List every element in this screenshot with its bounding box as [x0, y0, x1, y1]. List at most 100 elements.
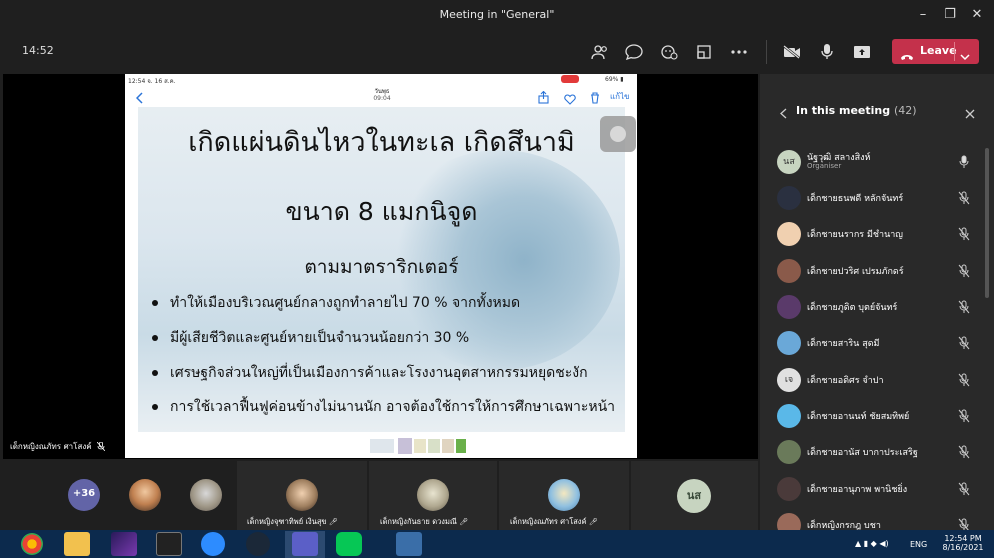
slide-title: เกิดแผ่นดินไหวในทะเล เกิดสึนามิ — [188, 127, 575, 158]
thumbnail[interactable] — [398, 438, 412, 454]
avatar — [548, 479, 580, 511]
line-icon[interactable] — [336, 532, 362, 556]
avatar — [777, 440, 801, 464]
avatar — [777, 477, 801, 501]
share-screen-icon[interactable] — [849, 40, 875, 64]
phone-battery: 69% ▮ — [605, 76, 624, 83]
participant-name: เด็กชายนรากร มีชำนาญ — [807, 230, 903, 240]
tile-name: เด็กหญิงจุฑาทิพย์ เงินสุข 🎤︎ — [247, 516, 338, 528]
steam-icon[interactable] — [246, 532, 270, 556]
trash-icon[interactable] — [590, 89, 600, 108]
tile-name: เด็กหญิงกันธาย ดวงมณี 🎤︎ — [380, 516, 468, 528]
avatar — [777, 186, 801, 210]
microphone-icon[interactable] — [814, 40, 840, 64]
avatar — [777, 222, 801, 246]
avatar — [777, 295, 801, 319]
participant-row[interactable]: เด็กชายอานนท์ ชัยสมทิพย์ — [777, 404, 977, 428]
thumbnail[interactable] — [456, 439, 466, 453]
mic-off-icon: 🎤︎ — [459, 518, 469, 526]
panel-title-text: In this meeting — [796, 104, 891, 117]
edit-link[interactable]: แก้ไข — [610, 90, 630, 103]
slide-bullet: เศรษฐกิจส่วนใหญ่ที่เป็นเมืองการค้าและโรง… — [152, 362, 588, 384]
slide-subtitle: ขนาด 8 แมกนิจูด — [285, 197, 478, 226]
mic-off-icon — [958, 264, 970, 278]
tile-name-text: เด็กหญิงณภัทร ศาโสงค์ — [510, 517, 587, 526]
taskbar-clock[interactable]: 12:54 PM 8/16/2021 — [937, 534, 989, 552]
reactions-icon[interactable] — [656, 40, 682, 64]
system-tray-icons[interactable]: ▲ ▮ ◆ ◀) — [855, 539, 889, 548]
taskbar-time: 12:54 PM — [944, 534, 982, 543]
bullet-dot — [152, 404, 158, 410]
bullet-dot — [152, 370, 158, 376]
chat-icon[interactable] — [621, 40, 647, 64]
phone-status-bar: 12:54 จ. 16 ส.ค. 69% ▮ — [125, 74, 637, 86]
back-chevron-icon[interactable] — [780, 104, 787, 123]
back-chevron-icon[interactable] — [135, 89, 144, 108]
mic-off-icon — [958, 373, 970, 387]
rooms-icon[interactable] — [691, 40, 717, 64]
participant-row[interactable]: เด็กชายนรากร มีชำนาญ — [777, 222, 977, 246]
participant-row[interactable]: เด็กชายอานุภาพ พานิชยิ่ง — [777, 477, 977, 501]
close-window-button[interactable]: ✕ — [966, 5, 988, 25]
thumbnail[interactable] — [414, 439, 426, 453]
bullet-dot — [152, 300, 158, 306]
slide-bullet-text: มีผู้เสียชีวิตและศูนย์หายเป็นจำนวนน้อยกว… — [170, 330, 470, 346]
app-icon[interactable] — [396, 532, 422, 556]
participant-row[interactable]: เด็กชายปวริศ เปรมภักดร์ — [777, 259, 977, 283]
chrome-icon[interactable] — [21, 533, 43, 555]
participant-row[interactable]: เจ เด็กชายอดิศร จำปา — [777, 368, 977, 392]
more-participants-count: +36 — [72, 488, 96, 499]
thumbnail[interactable] — [442, 439, 454, 453]
participant-count: (42) — [893, 104, 917, 117]
initials-avatar: นส — [677, 479, 711, 513]
participant-name: เด็กชายอานัส บากาประเสริฐ — [807, 448, 918, 458]
mic-off-icon: 🎤︎ — [588, 518, 598, 526]
mic-off-icon — [96, 441, 106, 452]
participant-row[interactable]: เด็กชายธนพดี หลักจันทร์ — [777, 186, 977, 210]
participant-name: เด็กชายอานุภาพ พานิชยิ่ง — [807, 485, 908, 495]
share-icon[interactable] — [538, 89, 549, 108]
slide-bullet-text: เศรษฐกิจส่วนใหญ่ที่เป็นเมืองการค้าและโรง… — [170, 365, 588, 381]
participant-row[interactable]: เด็กชายสาริน สุดมี — [777, 331, 977, 355]
avatar — [777, 259, 801, 283]
avatar[interactable] — [129, 479, 161, 511]
toolbar-divider — [766, 40, 767, 64]
avatar — [777, 404, 801, 428]
panel-scrollbar[interactable] — [985, 148, 989, 298]
photo-thumbnail-strip[interactable] — [370, 436, 480, 456]
minimize-button[interactable]: – — [912, 5, 934, 25]
maximize-button[interactable]: ❐ — [939, 5, 961, 25]
avatar: เจ — [777, 368, 801, 392]
thumbnail[interactable] — [428, 439, 440, 453]
app-n-icon[interactable] — [156, 532, 182, 556]
meeting-timer: 14:52 — [22, 44, 54, 57]
participant-name: เด็กชายธนพดี หลักจันทร์ — [807, 194, 904, 204]
participant-name: เด็กชายอดิศร จำปา — [807, 376, 884, 386]
mic-off-icon — [958, 336, 970, 350]
more-actions-icon[interactable] — [726, 40, 752, 64]
thumbnail[interactable] — [370, 439, 394, 453]
presenter-name: เด็กหญิงณภัทร ศาโสงค์ — [10, 442, 92, 451]
participant-name: เด็กชายปวริศ เปรมภักดร์ — [807, 267, 904, 277]
avatar[interactable] — [190, 479, 222, 511]
window-title: Meeting in "General" — [439, 8, 555, 21]
participant-row[interactable]: นส นัฐวุฒิ สลางสิงห์ Organiser — [777, 150, 977, 174]
bullet-dot — [152, 335, 158, 341]
camera-off-icon[interactable] — [779, 40, 805, 64]
app-icon[interactable] — [111, 532, 137, 556]
participant-row[interactable]: เด็กชายภูดิต บุตย์จันทร์ — [777, 295, 977, 319]
mic-off-icon — [958, 227, 970, 241]
participant-name: เด็กชายภูดิต บุตย์จันทร์ — [807, 303, 898, 313]
close-panel-icon[interactable] — [965, 104, 975, 123]
chevron-down-icon[interactable] — [960, 46, 970, 65]
panel-title: In this meeting (42) — [796, 104, 917, 117]
input-language[interactable]: ENG — [910, 540, 927, 549]
participant-row[interactable]: เด็กชายอานัส บากาประเสริฐ — [777, 440, 977, 464]
mic-off-icon — [958, 445, 970, 459]
file-explorer-icon[interactable] — [64, 532, 90, 556]
participants-icon[interactable] — [587, 40, 613, 64]
mic-off-icon: 🎤︎ — [328, 518, 338, 526]
teams-icon[interactable] — [292, 532, 318, 556]
windows-taskbar — [0, 530, 994, 558]
zoom-icon[interactable] — [201, 532, 225, 556]
